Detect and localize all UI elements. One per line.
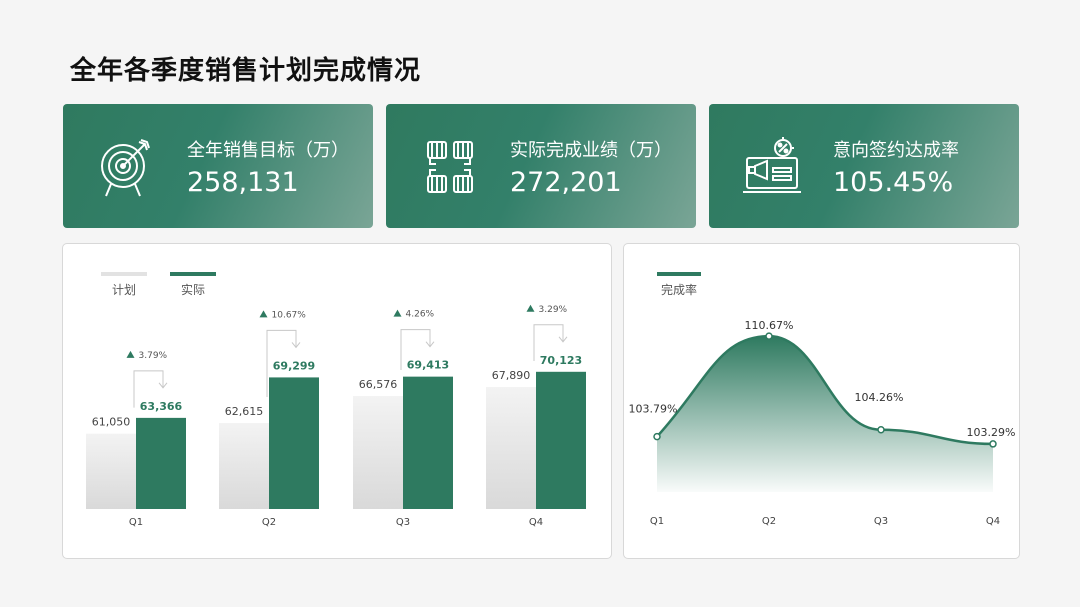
kpi-card-target: 全年销售目标（万） 258,131 (63, 104, 373, 228)
target-icon (101, 139, 150, 197)
legend-swatch-rate (657, 272, 701, 276)
legend-swatch-actual (170, 272, 216, 276)
page-title: 全年各季度销售计划完成情况 (70, 56, 422, 86)
actual-bar (269, 377, 319, 509)
bar-chart-panel: 计划 实际 61,050 63,366 3.79% Q1 62,615 69,299 10.… (62, 243, 612, 559)
growth-up-triangle (393, 309, 402, 317)
x-tick-label: Q1 (650, 516, 664, 527)
legend-label-plan: 计划 (112, 283, 136, 297)
growth-up-triangle (126, 350, 135, 358)
x-tick-label: Q1 (129, 517, 143, 528)
x-tick-label: Q3 (396, 517, 410, 528)
actual-bar (536, 371, 586, 509)
plan-value-label: 66,576 (359, 378, 398, 391)
x-tick-label: Q2 (762, 516, 776, 527)
actual-bar (403, 376, 453, 509)
completion-rate-area-chart: 完成率 103.79% Q1 110.67% Q2 104.26% Q3 103.29% Q4 (629, 272, 1016, 527)
actual-value-label: 70,123 (540, 354, 582, 367)
kpi-label: 全年销售目标（万） (187, 140, 349, 161)
growth-pct-label: 3.29% (539, 305, 568, 315)
growth-up-triangle (259, 310, 268, 318)
growth-pct-label: 4.26% (406, 310, 435, 320)
area-chart-panel: 完成率 103.79% Q1 110.67% Q2 104.26% Q3 103.29% Q4 (623, 243, 1020, 559)
data-label: 110.67% (745, 319, 794, 332)
kpi-label: 意向签约达成率 (833, 140, 959, 161)
x-tick-label: Q3 (874, 516, 888, 527)
kpi-value: 258,131 (187, 167, 299, 198)
kpi-card-rate: 意向签约达成率 105.45% (709, 104, 1019, 228)
actual-value-label: 69,299 (273, 359, 315, 372)
x-tick-label: Q4 (986, 516, 1000, 527)
data-label: 103.79% (629, 403, 678, 416)
legend-label-actual: 实际 (181, 282, 205, 297)
plan-vs-actual-bar-chart: 计划 实际 61,050 63,366 3.79% Q1 62,615 69,299 10.… (86, 272, 586, 528)
data-point (653, 432, 661, 441)
plan-value-label: 67,890 (492, 369, 531, 382)
data-label: 104.26% (855, 391, 904, 404)
data-point (989, 440, 997, 448)
legend-swatch-plan (101, 272, 147, 276)
growth-pct-label: 10.67% (272, 310, 307, 320)
plan-bar (486, 387, 536, 509)
plan-value-label: 61,050 (92, 416, 131, 429)
data-label: 103.29% (967, 426, 1016, 439)
kpi-label: 实际完成业绩（万） (510, 140, 672, 161)
actual-bar (136, 417, 186, 509)
kpi-value: 105.45% (833, 167, 954, 198)
data-point (765, 332, 773, 340)
x-tick-label: Q4 (529, 517, 543, 528)
plan-bar (86, 433, 136, 509)
plan-bar (353, 395, 403, 509)
fists-icon (427, 141, 473, 193)
plan-value-label: 62,615 (225, 405, 264, 418)
area-fill (657, 336, 993, 492)
x-tick-label: Q2 (262, 517, 276, 528)
data-point (877, 426, 885, 434)
kpi-value: 272,201 (510, 167, 622, 198)
actual-value-label: 63,366 (140, 400, 183, 413)
laptop-megaphone-icon (743, 137, 801, 193)
actual-value-label: 69,413 (407, 359, 449, 372)
plan-bar (219, 422, 269, 509)
legend-label-rate: 完成率 (661, 282, 697, 297)
growth-pct-label: 3.79% (139, 351, 168, 361)
kpi-card-actual: 实际完成业绩（万） 272,201 (386, 104, 696, 228)
growth-up-triangle (526, 304, 535, 312)
